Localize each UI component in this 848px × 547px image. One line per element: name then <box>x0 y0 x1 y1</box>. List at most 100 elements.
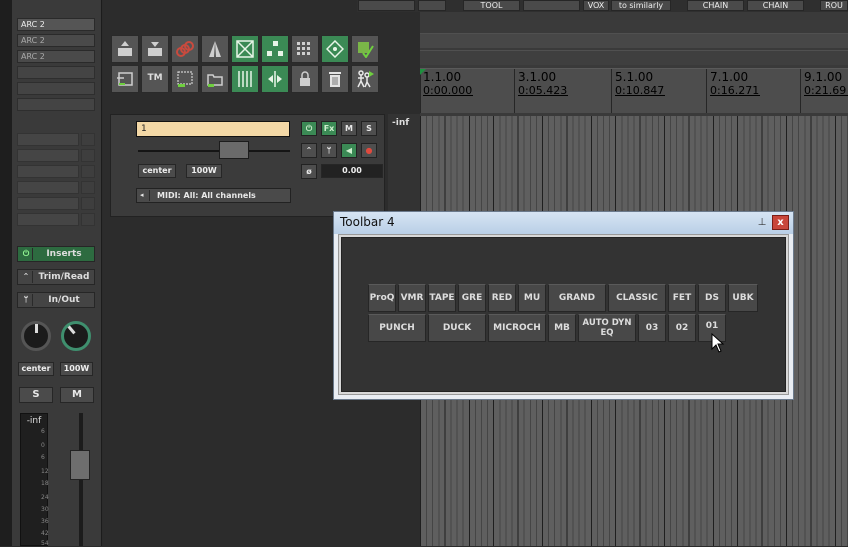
track-volume-slider[interactable] <box>138 150 290 152</box>
tb4-button-tape[interactable]: TAPE <box>428 284 456 312</box>
lock-icon[interactable] <box>291 65 319 93</box>
fx-slot-arc[interactable]: ARC 2 <box>17 50 95 63</box>
send-slot[interactable] <box>17 213 79 226</box>
import-icon[interactable] <box>111 35 139 63</box>
tb4-button-proq[interactable]: ProQ <box>368 284 396 312</box>
track-power-button[interactable]: ⏻ <box>301 121 317 136</box>
play-left-icon[interactable]: ◀ <box>341 143 357 158</box>
width-knob[interactable] <box>61 321 91 351</box>
track-header[interactable]: 1 ⏻ Fx M S ⌃ ᛘ ◀ ● center 100W ø 0.00 ◂ … <box>110 114 385 217</box>
split-view-icon[interactable] <box>261 65 289 93</box>
toolbar4-titlebar[interactable]: Toolbar 4 ⊥ x <box>334 212 793 234</box>
split-icon[interactable] <box>201 35 229 63</box>
solo-button[interactable]: S <box>19 387 53 403</box>
record-icon[interactable] <box>171 35 199 63</box>
meter-scale-label: 12 <box>41 468 49 475</box>
trim-read-button[interactable]: ⌃ Trim/Read <box>17 269 95 285</box>
tb4-button-mb[interactable]: MB <box>548 314 576 342</box>
walk-icon[interactable] <box>351 65 379 93</box>
tb4-button-vmr[interactable]: VMR <box>398 284 426 312</box>
top-button-similarly[interactable]: to similarly <box>611 0 671 11</box>
trash-icon[interactable] <box>321 65 349 93</box>
playhead-marker-icon[interactable] <box>420 69 426 75</box>
export-icon[interactable] <box>141 35 169 63</box>
tb4-button-gre[interactable]: GRE <box>458 284 486 312</box>
width-value[interactable]: 100W <box>60 362 93 376</box>
tb4-button-ds[interactable]: DS <box>698 284 726 312</box>
tb4-button-duck[interactable]: DUCK <box>428 314 486 342</box>
top-button-rou[interactable]: ROU <box>820 0 848 11</box>
track-pan-value[interactable]: center <box>138 164 176 178</box>
inserts-button[interactable]: ⏻ Inserts <box>17 246 95 262</box>
tb4-button-03[interactable]: 03 <box>638 314 666 342</box>
ruler-bar-label: 9.1.00 <box>804 70 843 84</box>
send-slot-toggle[interactable] <box>81 149 95 162</box>
tb4-button-fet[interactable]: FET <box>668 284 696 312</box>
level-meter: -inf 6 0 6 12 18 24 30 36 42 54 <box>20 413 49 547</box>
send-slot-toggle[interactable] <box>81 165 95 178</box>
cross-icon[interactable] <box>231 35 259 63</box>
node-icon[interactable] <box>261 35 289 63</box>
in-out-button[interactable]: ᛘ In/Out <box>17 292 95 308</box>
phase-icon[interactable]: ø <box>301 164 317 179</box>
fx-slot-arc[interactable]: ARC 2 <box>17 34 95 47</box>
tb4-button-grand[interactable]: GRAND <box>548 284 606 312</box>
send-slot-toggle[interactable] <box>81 181 95 194</box>
record-arm-icon[interactable]: ● <box>361 143 377 158</box>
mouse-cursor-icon <box>711 333 725 353</box>
pan-value[interactable]: center <box>18 362 54 376</box>
tb4-button-auto-dyn-eq[interactable]: AUTO DYN EQ <box>578 314 636 342</box>
tm-icon[interactable]: TM <box>141 65 169 93</box>
top-button-blank[interactable] <box>358 0 415 11</box>
routing-icon[interactable]: ᛘ <box>321 143 337 158</box>
top-button-tool[interactable]: TOOL <box>463 0 520 11</box>
envelope-icon[interactable]: ⌃ <box>301 143 317 158</box>
send-slot[interactable] <box>17 181 79 194</box>
tb4-button-red[interactable]: RED <box>488 284 516 312</box>
snap-icon[interactable] <box>321 35 349 63</box>
tb4-button-punch[interactable]: PUNCH <box>368 314 426 342</box>
top-button-blank[interactable] <box>418 0 446 11</box>
pin-icon[interactable]: ⊥ <box>755 216 769 229</box>
track-name-field[interactable]: 1 <box>136 121 290 137</box>
meter-scale-label: 0 <box>41 442 45 449</box>
top-button-blank[interactable] <box>523 0 580 11</box>
send-slot-toggle[interactable] <box>81 213 95 226</box>
track-fx-button[interactable]: Fx <box>321 121 337 136</box>
phase-value[interactable]: 0.00 <box>321 164 383 178</box>
track-volume-thumb[interactable] <box>219 141 249 159</box>
tb4-button-microch[interactable]: MICROCH <box>488 314 546 342</box>
tb4-button-classic[interactable]: CLASSIC <box>608 284 666 312</box>
tb4-button-mu[interactable]: MU <box>518 284 546 312</box>
folder-icon[interactable] <box>201 65 229 93</box>
send-slot[interactable] <box>17 149 79 162</box>
send-slot[interactable] <box>17 133 79 146</box>
close-button[interactable]: x <box>772 215 789 230</box>
volume-fader[interactable] <box>70 450 90 480</box>
send-slot-toggle[interactable] <box>81 133 95 146</box>
render-icon[interactable] <box>171 65 199 93</box>
clip-icon[interactable] <box>111 65 139 93</box>
track-solo-button[interactable]: S <box>361 121 377 136</box>
top-button-vox[interactable]: VOX <box>583 0 609 11</box>
cpu-check-icon[interactable] <box>351 35 379 63</box>
top-button-chain[interactable]: CHAIN <box>747 0 804 11</box>
fx-slot-empty[interactable] <box>17 98 95 111</box>
fx-slot-empty[interactable] <box>17 66 95 79</box>
vertical-lines-icon[interactable] <box>231 65 259 93</box>
fx-slot-arc[interactable]: ARC 2 <box>17 18 95 31</box>
send-slot[interactable] <box>17 165 79 178</box>
grid-icon[interactable] <box>291 35 319 63</box>
top-button-chain[interactable]: CHAIN <box>687 0 744 11</box>
tb4-button-ubk[interactable]: UBK <box>728 284 758 312</box>
send-slot[interactable] <box>17 197 79 210</box>
track-width-value[interactable]: 100W <box>186 164 222 178</box>
tb4-button-02[interactable]: 02 <box>668 314 696 342</box>
midi-input-selector[interactable]: ◂ MIDI: All: All channels <box>136 188 291 203</box>
pan-knob[interactable] <box>21 321 51 351</box>
send-slot-toggle[interactable] <box>81 197 95 210</box>
timeline-ruler[interactable]: 1.1.00 0:00.000 3.1.00 0:05.423 5.1.00 0… <box>420 68 848 113</box>
fx-slot-empty[interactable] <box>17 82 95 95</box>
mute-button[interactable]: M <box>60 387 94 403</box>
track-mute-button[interactable]: M <box>341 121 357 136</box>
